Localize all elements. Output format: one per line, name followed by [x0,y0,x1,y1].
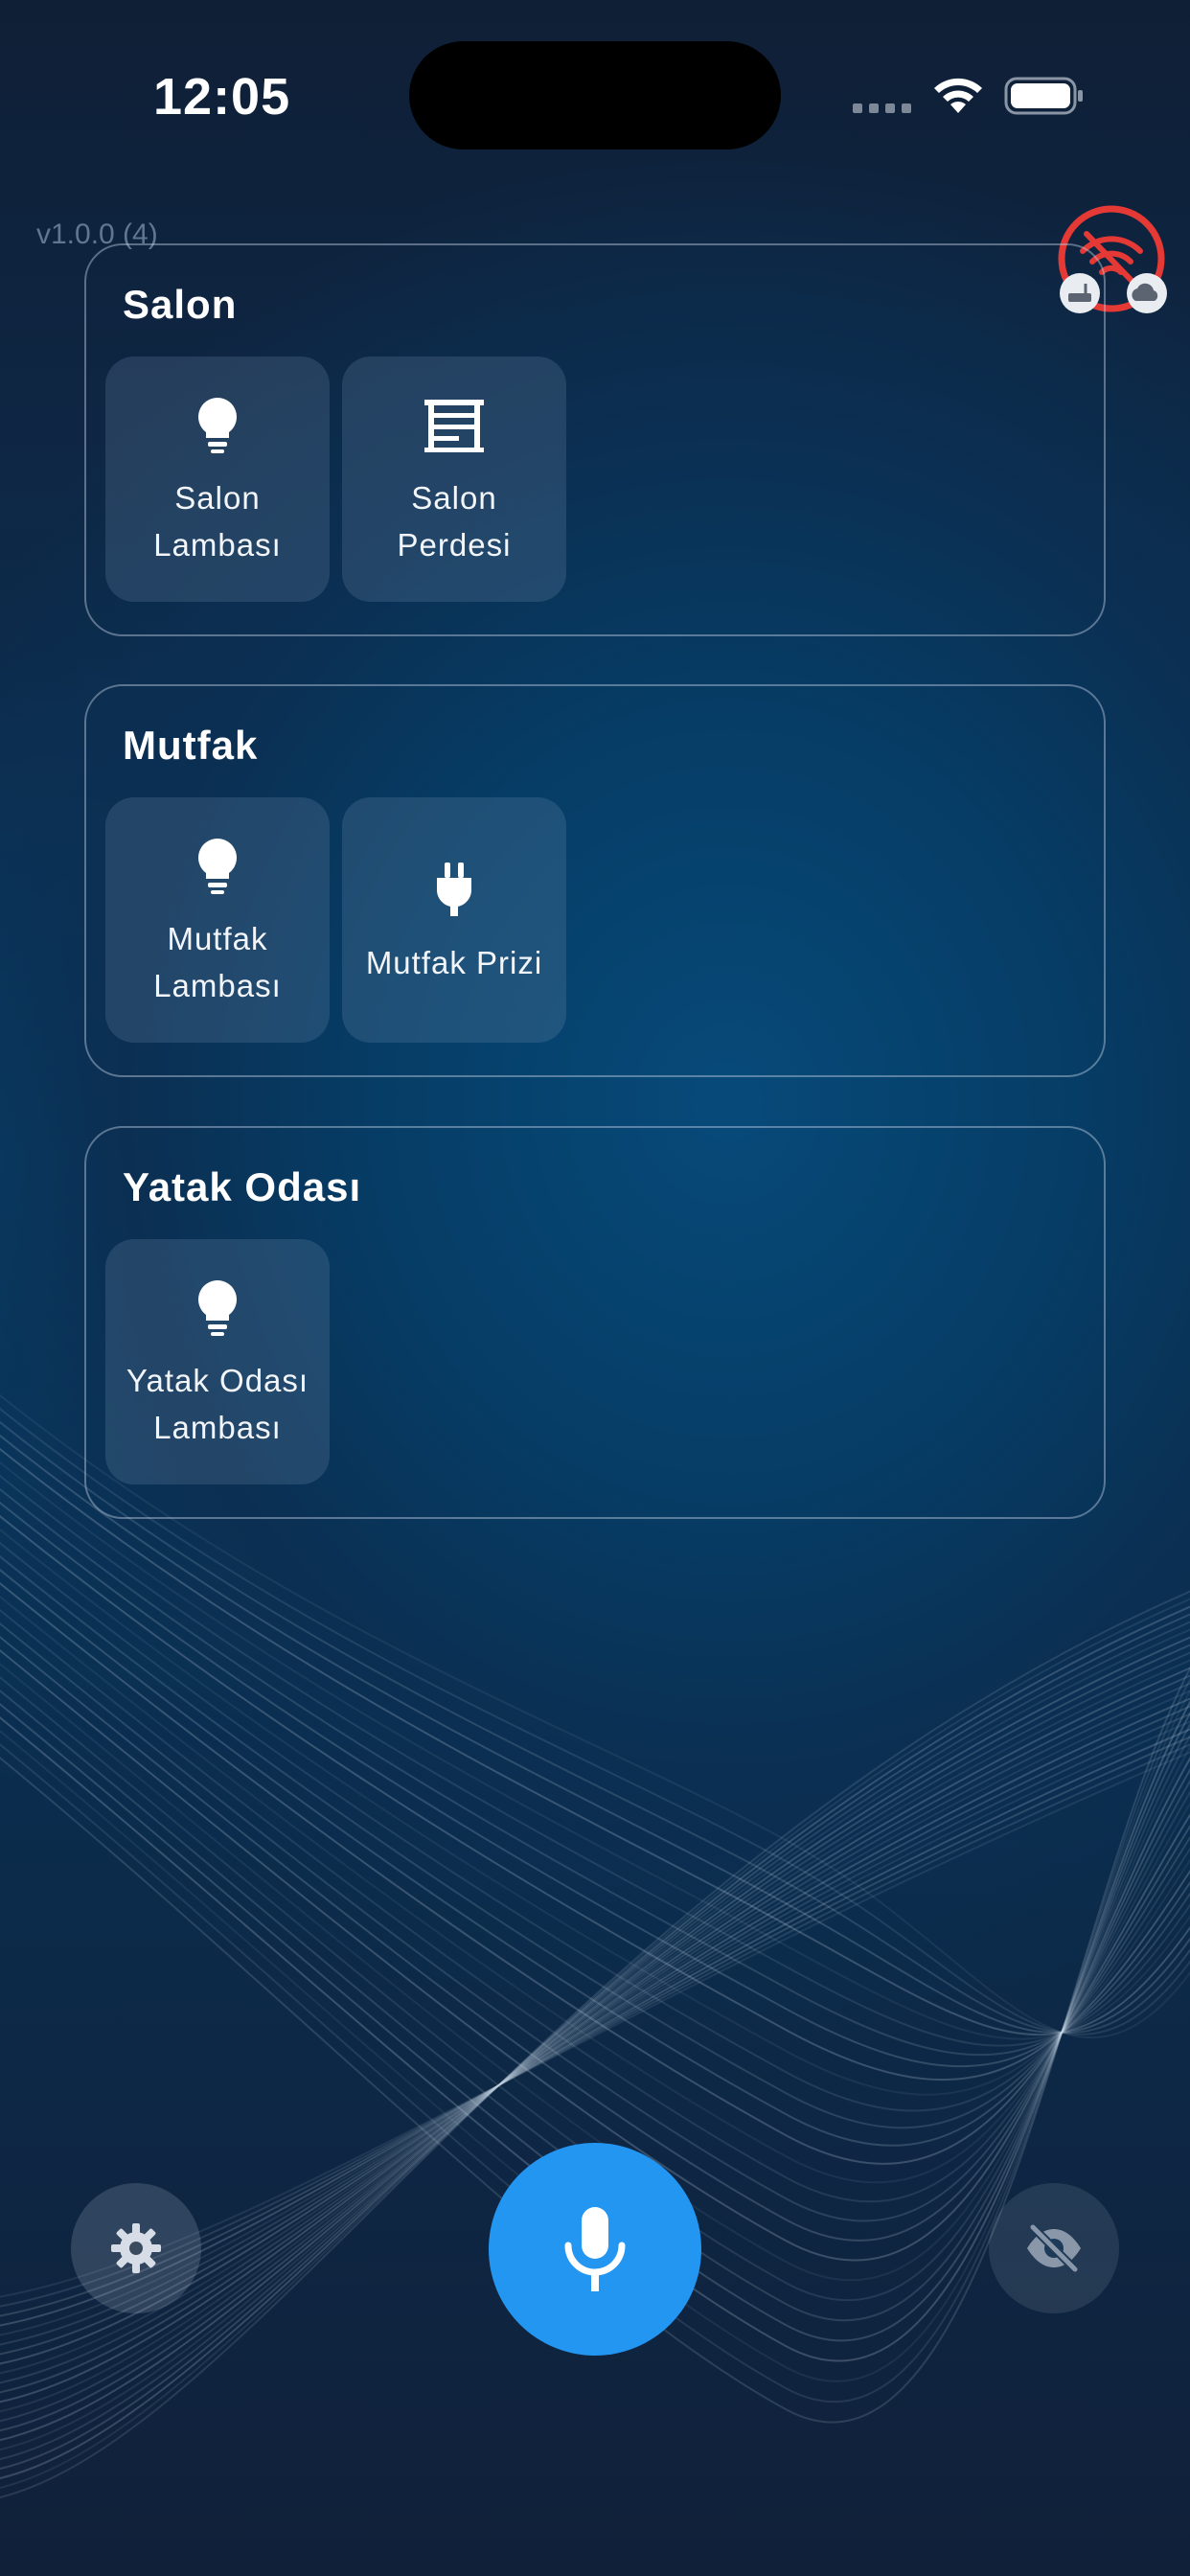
device-label: Salon Perdesi [397,480,512,563]
status-bar: 12:05 [0,0,1190,192]
gear-icon [111,2223,161,2273]
battery-icon [1004,77,1083,115]
lightbulb-icon [184,390,251,457]
device-label: Mutfak Lambası [153,921,282,1003]
background-waves [0,1393,1190,2499]
device-label: Mutfak Prizi [365,944,543,980]
room-title: Yatak Odası [123,1164,362,1209]
wifi-icon [934,78,982,113]
lightbulb-icon [184,1273,251,1340]
device-tile-salon-lambasi[interactable]: Salon Lambası [105,356,330,602]
device-label: Yatak Odası Lambası [126,1363,309,1445]
settings-button[interactable] [71,2183,201,2313]
device-tile-yatak-odasi-lambasi[interactable]: Yatak Odası Lambası [105,1239,330,1484]
microphone-icon [564,2207,626,2291]
visibility-toggle-button[interactable] [989,2183,1119,2313]
status-time: 12:05 [153,68,291,126]
cloud-icon [1127,273,1167,313]
device-tile-salon-perdesi[interactable]: Salon Perdesi [342,356,566,602]
curtain-icon [421,390,488,457]
room-title: Salon [123,282,238,327]
lightbulb-icon [184,831,251,898]
dynamic-island [409,41,781,150]
power-plug-icon [421,855,488,922]
device-label: Salon Lambası [153,480,282,563]
cellular-signal-icon [853,104,912,113]
microphone-button[interactable] [489,2143,701,2356]
room-card-mutfak: Mutfak Mutfak Lambası Mutfak Prizi [84,684,1106,1077]
eye-off-icon [1027,2223,1081,2273]
room-title: Mutfak [123,723,259,768]
device-tile-mutfak-prizi[interactable]: Mutfak Prizi [342,797,566,1043]
room-card-yatak-odasi: Yatak Odası Yatak Odası Lambası [84,1126,1106,1519]
device-tile-mutfak-lambasi[interactable]: Mutfak Lambası [105,797,330,1043]
room-card-salon: Salon Salon Lambası Salon Perdesi [84,243,1106,636]
